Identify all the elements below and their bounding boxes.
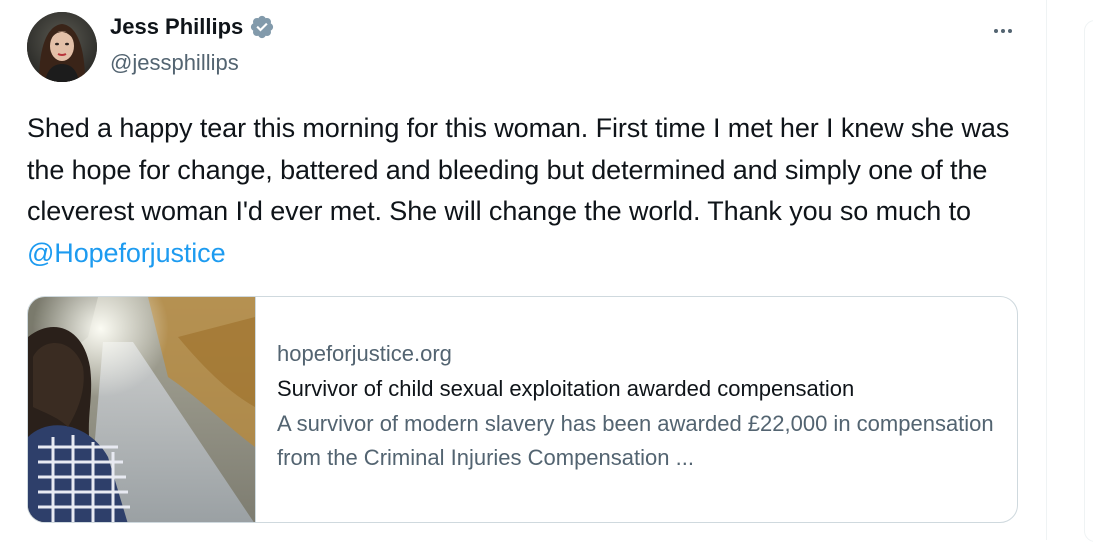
avatar[interactable] [27, 12, 97, 82]
more-options-button[interactable] [988, 16, 1018, 46]
link-card[interactable]: hopeforjustice.org Survivor of child sex… [27, 296, 1018, 523]
mention-link[interactable]: @Hopeforjustice [27, 238, 226, 268]
author-handle[interactable]: @jessphillips [110, 50, 239, 76]
column-divider [1046, 0, 1047, 540]
tweet-container: Jess Phillips @jessphillips Shed a happy… [0, 0, 1046, 540]
avatar-image [27, 12, 97, 82]
more-options-icon [994, 29, 1012, 33]
author-name-row: Jess Phillips [110, 14, 275, 40]
author-name[interactable]: Jess Phillips [110, 14, 243, 40]
link-card-title: Survivor of child sexual exploitation aw… [277, 376, 855, 401]
tweet-text: Shed a happy tear this morning for this … [27, 108, 1022, 274]
verified-badge-icon [249, 14, 275, 40]
sidebar-panel-edge [1084, 20, 1093, 542]
link-card-body: hopeforjustice.org Survivor of child sex… [277, 337, 1007, 475]
link-card-description: A survivor of modern slavery has been aw… [277, 411, 994, 470]
link-card-domain: hopeforjustice.org [277, 341, 452, 366]
tweet-text-body: Shed a happy tear this morning for this … [27, 113, 1010, 226]
link-card-thumbnail [28, 297, 256, 522]
